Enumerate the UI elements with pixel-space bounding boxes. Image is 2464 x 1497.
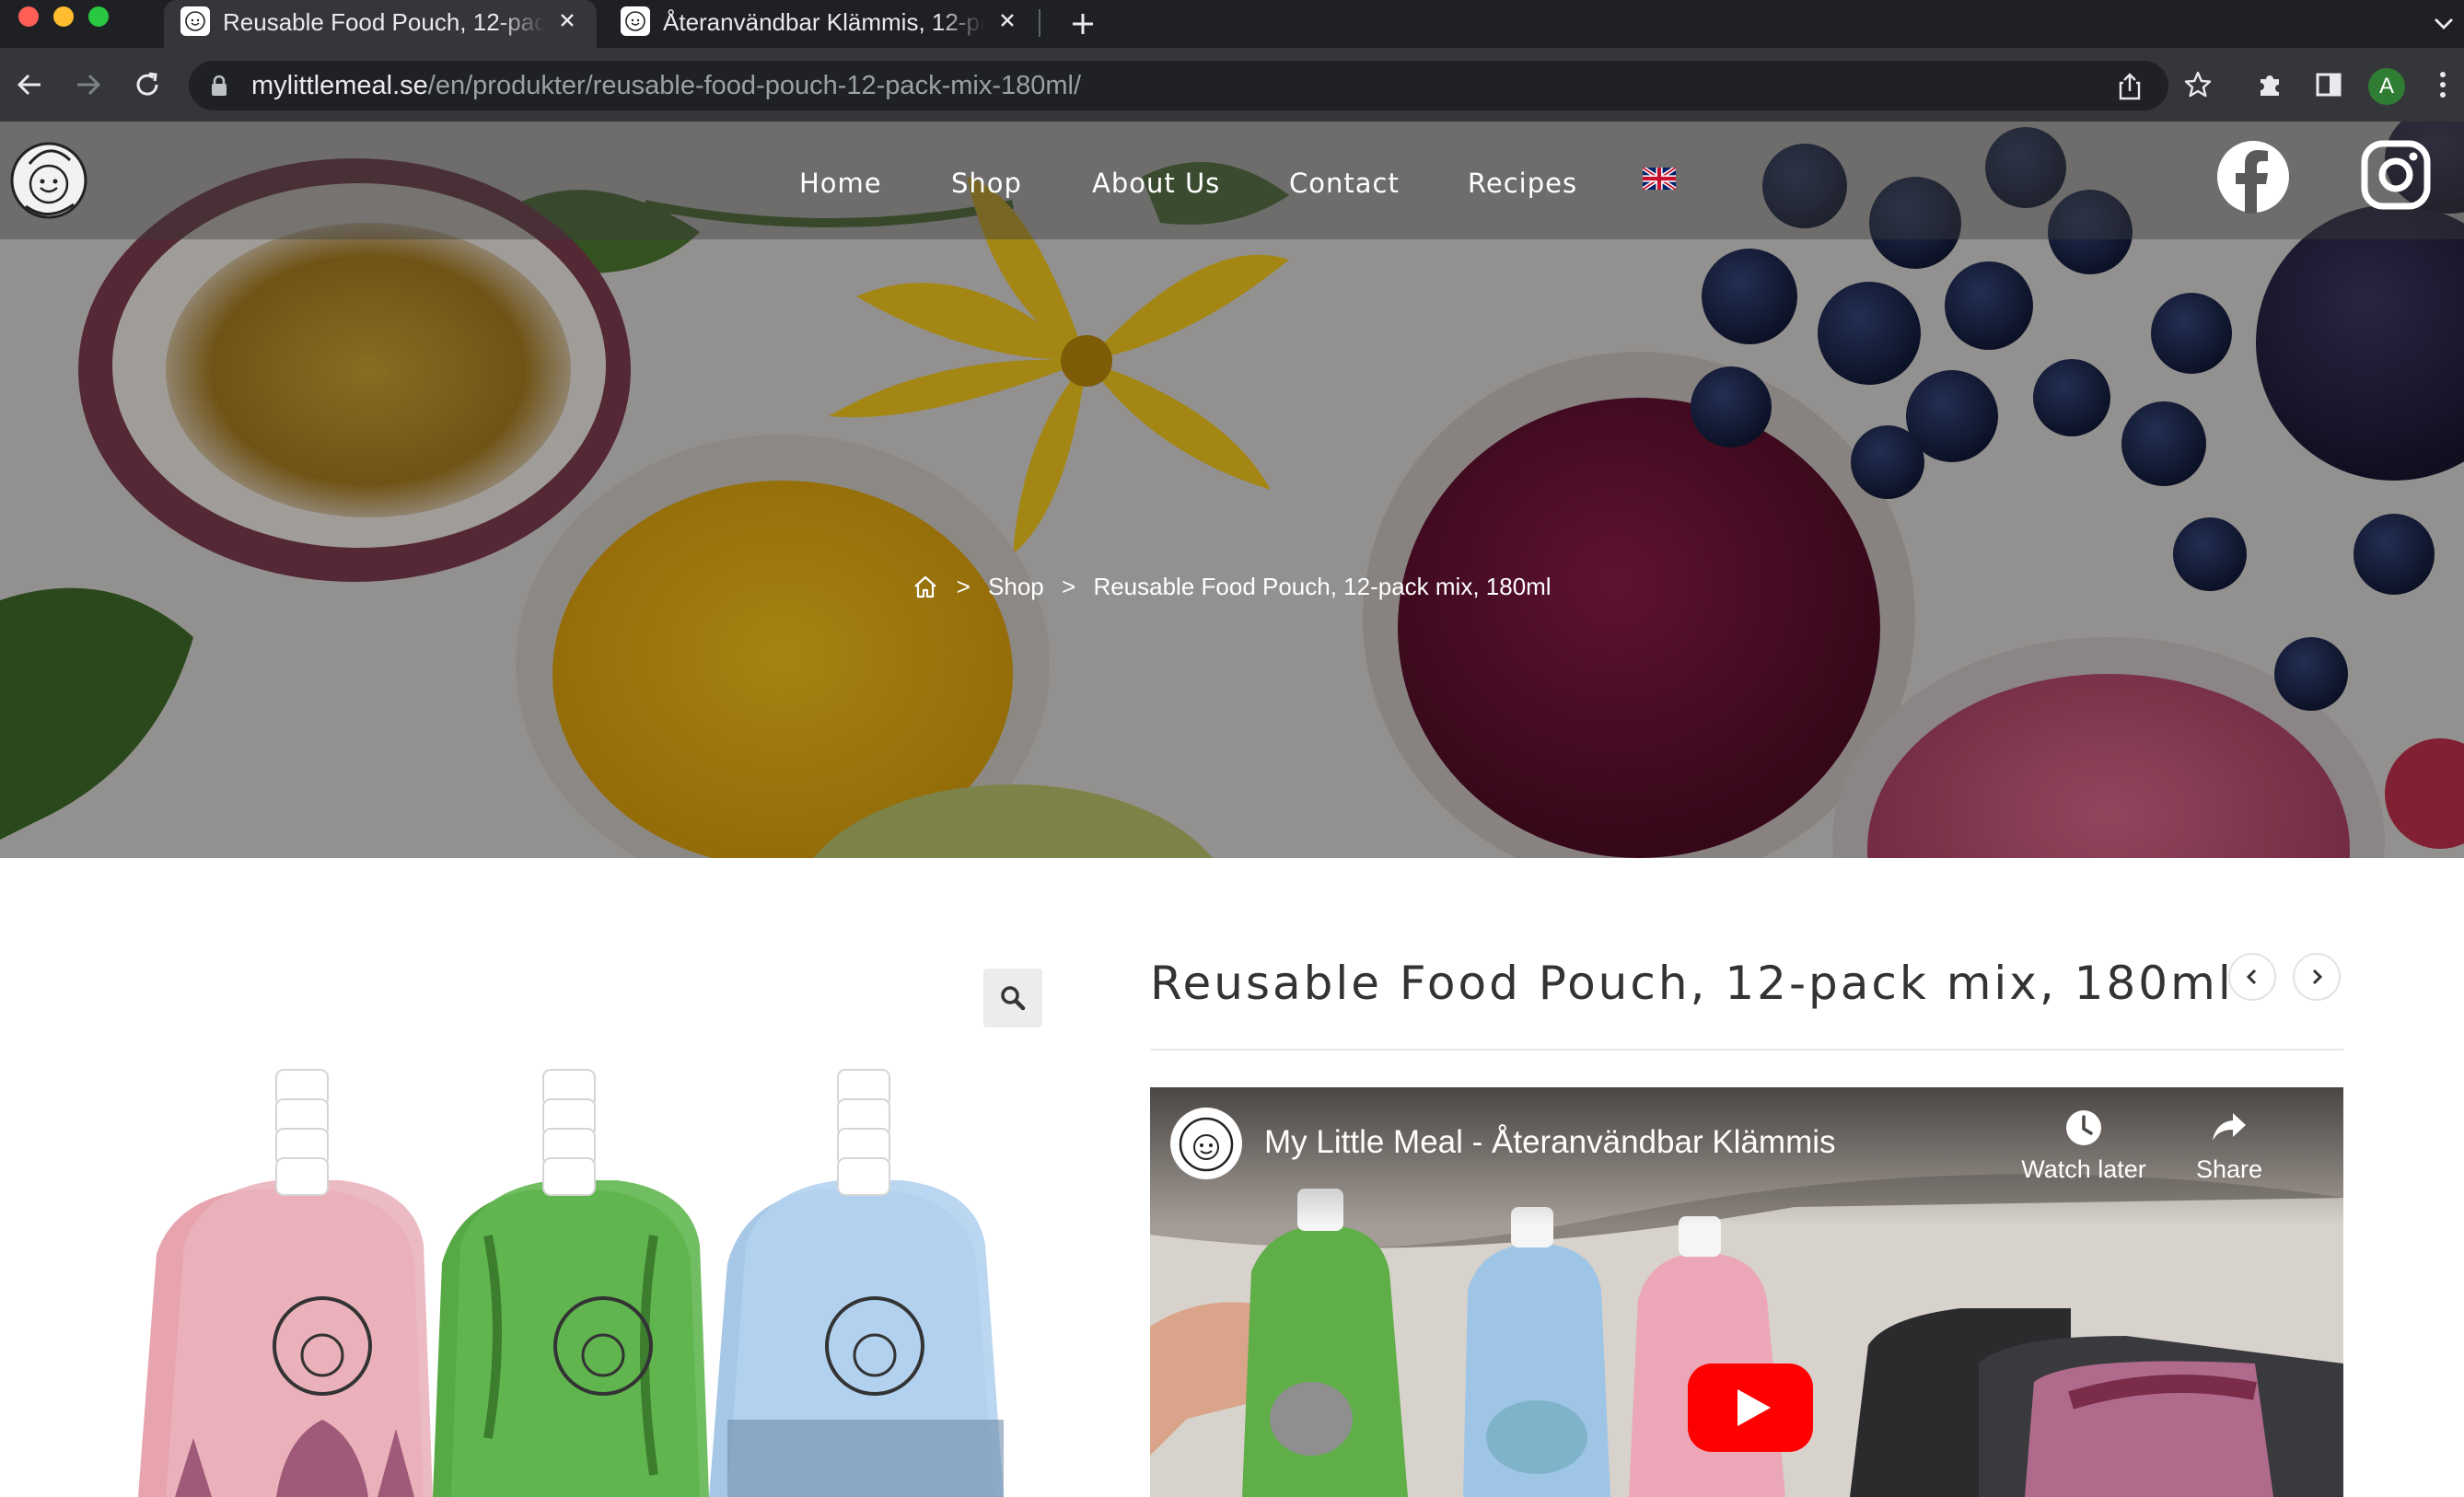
product-image[interactable] bbox=[138, 1051, 1040, 1497]
window-close-button[interactable] bbox=[18, 6, 39, 27]
nav-contact-link[interactable]: Contact bbox=[1289, 160, 1400, 206]
tab-separator bbox=[1039, 9, 1040, 37]
window-zoom-button[interactable] bbox=[88, 6, 109, 27]
clock-icon bbox=[2066, 1110, 2101, 1145]
hero-banner: Home Shop About Us Contact Recipes > Sho… bbox=[0, 122, 2464, 858]
side-panel-icon[interactable] bbox=[2310, 66, 2347, 103]
new-tab-plus-icon[interactable] bbox=[1064, 6, 1101, 42]
home-icon[interactable] bbox=[912, 574, 938, 599]
breadcrumb-separator: > bbox=[1062, 572, 1076, 600]
tab-search-chevron-down-icon[interactable] bbox=[2427, 7, 2460, 41]
window-minimize-button[interactable] bbox=[53, 6, 74, 27]
tab-close-icon[interactable] bbox=[994, 7, 1020, 33]
share-button[interactable]: Share bbox=[2156, 1108, 2303, 1184]
previous-product-chevron-left-icon[interactable] bbox=[2228, 953, 2276, 1001]
nav-shop-link[interactable]: Shop bbox=[951, 160, 1022, 206]
uk-flag-icon[interactable] bbox=[1643, 168, 1676, 190]
browser-tab-active[interactable]: Reusable Food Pouch, 12-pack mix, 180ml bbox=[164, 0, 597, 48]
site-favicon-icon bbox=[621, 6, 650, 36]
instagram-icon[interactable] bbox=[2361, 140, 2431, 210]
share-arrow-icon bbox=[2213, 1113, 2246, 1141]
site-header: Home Shop About Us Contact Recipes bbox=[0, 122, 2464, 239]
breadcrumb-current: Reusable Food Pouch, 12-pack mix, 180ml bbox=[1093, 572, 1552, 600]
browser-tab-inactive[interactable]: Återanvändbar Klämmis, 12-pack mix, 180m… bbox=[604, 0, 1037, 48]
breadcrumb: > Shop > Reusable Food Pouch, 12-pack mi… bbox=[0, 571, 2464, 601]
share-page-icon[interactable] bbox=[2118, 73, 2142, 100]
video-title[interactable]: My Little Meal - Återanvändbar Klämmis bbox=[1264, 1122, 1836, 1163]
back-arrow-icon[interactable] bbox=[11, 66, 48, 103]
url-text[interactable]: mylittlemeal.se/en/produkter/reusable-fo… bbox=[251, 61, 1081, 110]
breadcrumb-shop-link[interactable]: Shop bbox=[988, 573, 1044, 601]
browser-toolbar: mylittlemeal.se/en/produkter/reusable-fo… bbox=[0, 48, 2464, 122]
watch-later-label: Watch later bbox=[2021, 1155, 2146, 1183]
nav-about-us-link[interactable]: About Us bbox=[1092, 160, 1220, 206]
tab-title: Reusable Food Pouch, 12-pack mix, 180ml bbox=[223, 8, 545, 36]
image-zoom-search-icon[interactable] bbox=[983, 969, 1042, 1027]
watch-later-button[interactable]: Watch later bbox=[2010, 1108, 2157, 1184]
extensions-puzzle-icon[interactable] bbox=[2251, 66, 2288, 103]
product-title: Reusable Food Pouch, 12-pack mix, 180ml bbox=[1150, 957, 2234, 1010]
nav-home-link[interactable]: Home bbox=[799, 160, 882, 206]
my-little-meal-logo[interactable] bbox=[4, 131, 94, 226]
next-product-chevron-right-icon[interactable] bbox=[2293, 953, 2341, 1001]
youtube-video-embed[interactable]: My Little Meal - Återanvändbar Klämmis W… bbox=[1150, 1087, 2343, 1497]
youtube-play-button-icon[interactable] bbox=[1688, 1364, 1813, 1452]
lock-icon bbox=[212, 75, 227, 96]
profile-avatar[interactable]: A bbox=[2368, 68, 2405, 105]
title-divider bbox=[1150, 1049, 2343, 1050]
tab-close-icon[interactable] bbox=[554, 7, 580, 33]
tab-title: Återanvändbar Klämmis, 12-pack mix, 180m… bbox=[663, 8, 985, 36]
forward-arrow-icon[interactable] bbox=[70, 66, 107, 103]
url-path: /en/produkter/reusable-food-pouch-12-pac… bbox=[427, 71, 1082, 100]
site-favicon-icon bbox=[180, 6, 210, 36]
browser-tab-bar: Reusable Food Pouch, 12-pack mix, 180ml … bbox=[0, 0, 2464, 48]
address-bar[interactable]: mylittlemeal.se/en/produkter/reusable-fo… bbox=[189, 61, 2168, 110]
nav-recipes-link[interactable]: Recipes bbox=[1468, 160, 1577, 206]
bookmark-star-icon[interactable] bbox=[2179, 66, 2216, 103]
url-host: mylittlemeal.se bbox=[251, 71, 428, 100]
product-section: Reusable Food Pouch, 12-pack mix, 180ml bbox=[0, 858, 2464, 1497]
reload-icon[interactable] bbox=[129, 66, 166, 103]
channel-avatar-icon[interactable] bbox=[1170, 1108, 1242, 1179]
breadcrumb-separator: > bbox=[956, 572, 970, 600]
facebook-icon[interactable] bbox=[2216, 140, 2290, 214]
browser-menu-kebab-icon[interactable] bbox=[2429, 66, 2457, 103]
share-label: Share bbox=[2195, 1155, 2263, 1183]
